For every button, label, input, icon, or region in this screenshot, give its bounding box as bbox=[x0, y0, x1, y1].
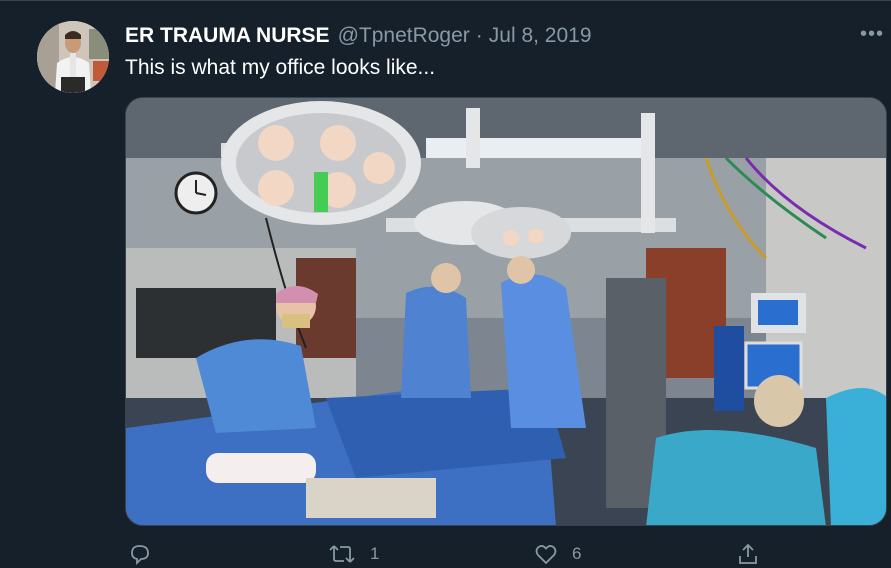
header-separator: · bbox=[475, 24, 483, 47]
operating-room-photo bbox=[126, 98, 886, 525]
tweet-media[interactable] bbox=[125, 97, 887, 526]
retweet-button[interactable]: 1 bbox=[328, 542, 379, 566]
retweet-count: 1 bbox=[370, 544, 380, 563]
avatar[interactable] bbox=[37, 21, 109, 93]
author-name[interactable]: ER TRAUMA NURSE bbox=[125, 24, 330, 48]
share-icon bbox=[739, 543, 757, 564]
more-options-icon[interactable]: ••• bbox=[858, 22, 886, 46]
heart-icon bbox=[535, 545, 557, 565]
tweet-text: This is what my office looks like... bbox=[125, 56, 436, 79]
like-count: 6 bbox=[572, 544, 582, 563]
avatar-image bbox=[37, 21, 109, 93]
share-button[interactable] bbox=[736, 542, 774, 566]
tweet-date[interactable]: Jul 8, 2019 bbox=[489, 24, 592, 48]
reply-button[interactable] bbox=[128, 542, 166, 566]
tweet-top-divider bbox=[0, 0, 891, 1]
like-button[interactable]: 6 bbox=[534, 542, 581, 566]
reply-icon bbox=[131, 545, 149, 566]
tweet-actions: 1 6 bbox=[0, 540, 891, 568]
tweet-header: ER TRAUMA NURSE @TpnetRoger · Jul 8, 201… bbox=[125, 22, 592, 50]
author-handle[interactable]: @TpnetRoger bbox=[338, 24, 470, 48]
retweet-icon bbox=[329, 545, 355, 563]
